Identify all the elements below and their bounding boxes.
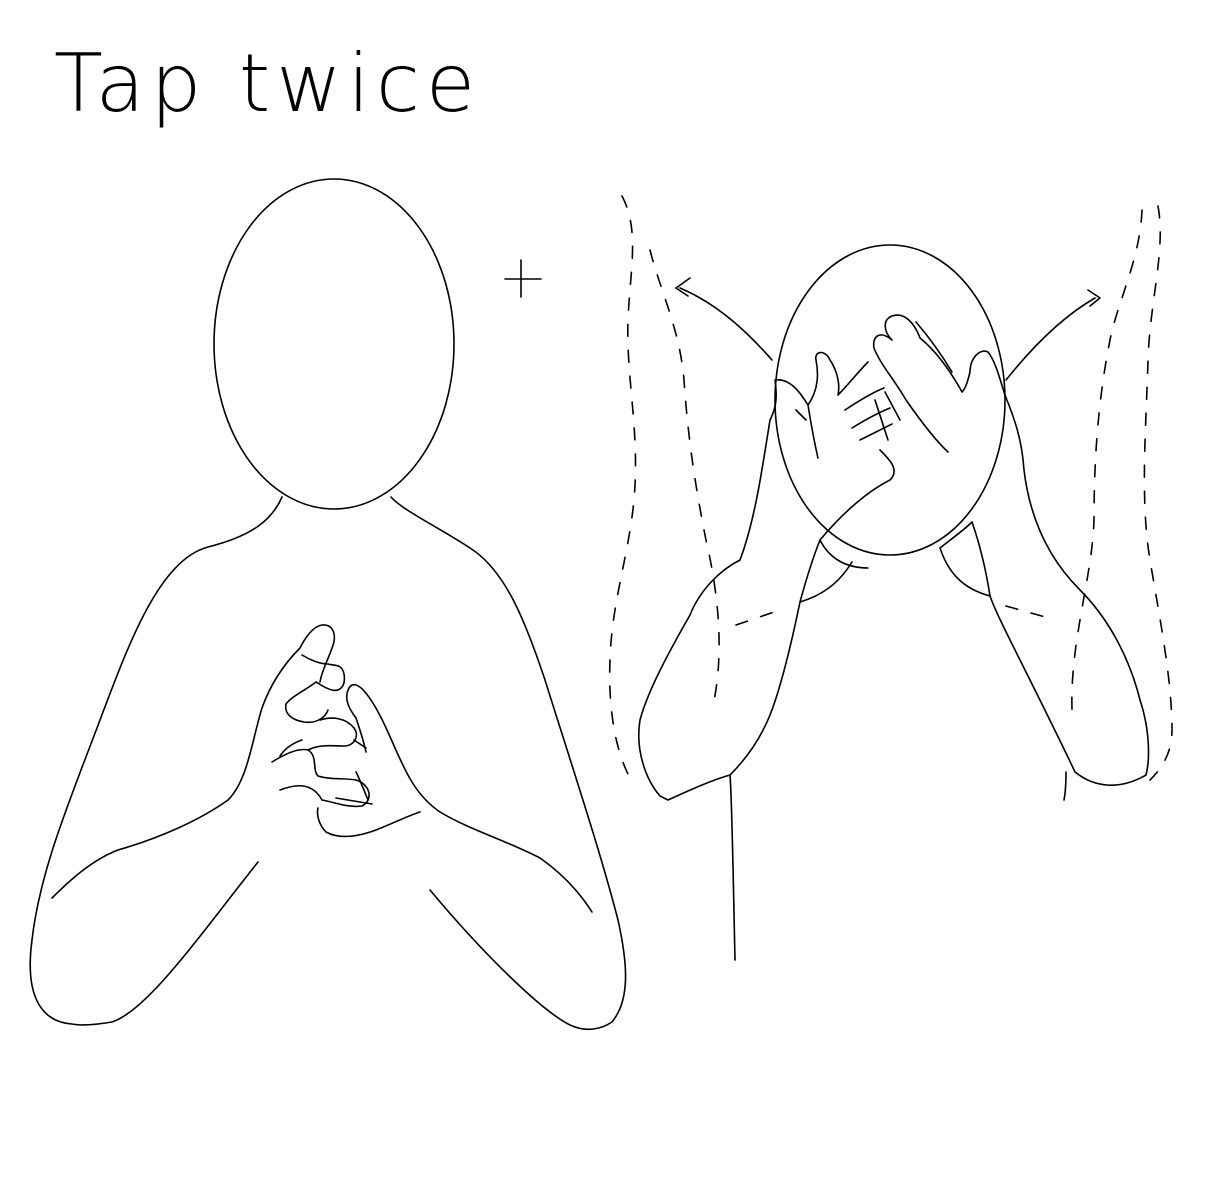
previous-position-left — [608, 195, 637, 775]
left-forearm — [51, 647, 301, 899]
left-hand-on-face — [769, 351, 893, 459]
body-center-line — [729, 774, 736, 961]
sign-illustration: Tap twice + — [0, 0, 1216, 1200]
torso-outline — [29, 496, 627, 1031]
right-side-line — [1063, 771, 1067, 801]
previous-position-right — [1143, 205, 1173, 781]
right-forearm — [364, 691, 593, 913]
previous-position-right-inner — [1005, 209, 1143, 711]
right-hand-on-face — [872, 314, 1006, 453]
right-hand — [316, 683, 421, 838]
head-outline — [213, 178, 455, 510]
sign-drawing: + — [29, 178, 1173, 1031]
right-arm-raised — [989, 394, 1150, 786]
figure-hands-over-face — [608, 195, 1173, 961]
left-arm-raised — [638, 419, 895, 801]
motion-arrow-left — [675, 277, 773, 361]
chin-cheeks — [799, 521, 991, 603]
figure-tap-fingertips — [29, 178, 627, 1031]
plus-connector: + — [504, 259, 542, 298]
motion-arrow-right — [1005, 289, 1101, 381]
